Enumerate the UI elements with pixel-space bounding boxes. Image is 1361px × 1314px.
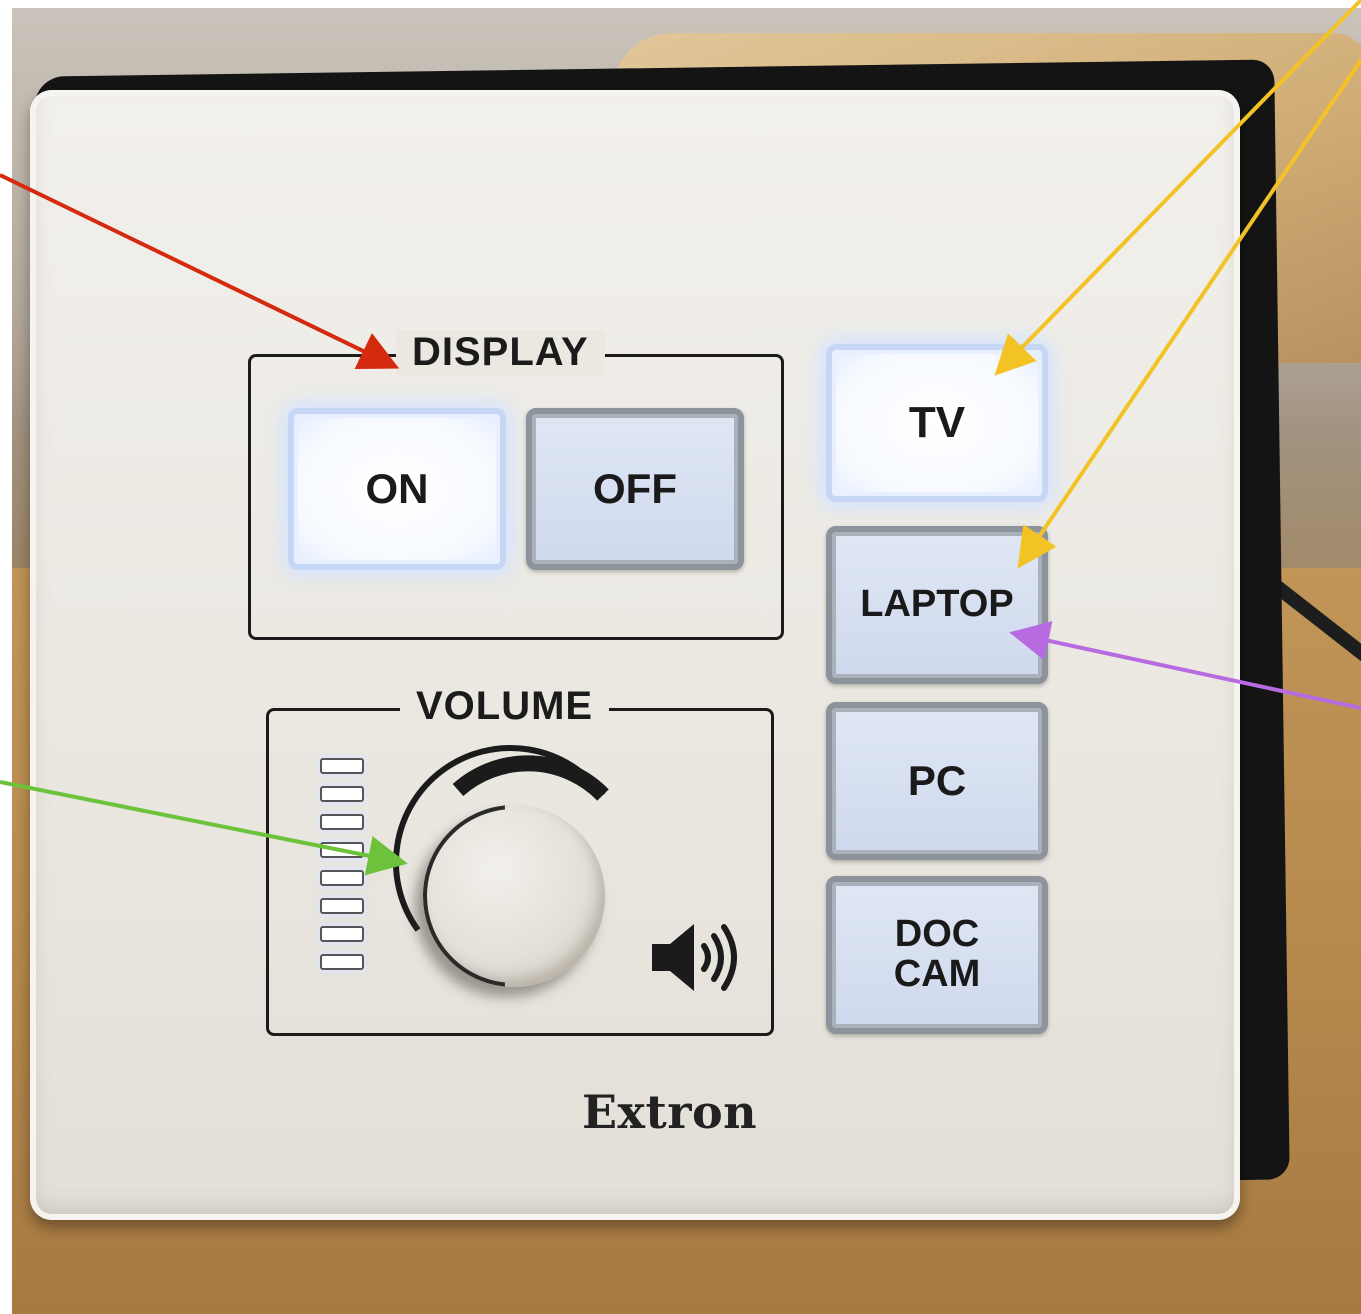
source-button-pc[interactable]: PC (826, 702, 1048, 860)
volume-led (320, 926, 364, 942)
display-group-label: DISPLAY (396, 330, 605, 375)
display-on-button[interactable]: ON (288, 408, 506, 570)
source-button-doc-cam-line2: CAM (893, 953, 981, 995)
source-button-pc-label: PC (907, 756, 967, 804)
volume-led (320, 898, 364, 914)
source-button-tv[interactable]: TV (826, 344, 1048, 502)
display-off-button[interactable]: OFF (526, 408, 744, 570)
volume-led (320, 814, 364, 830)
source-button-doc-cam-line1: DOC (894, 913, 980, 956)
display-on-label: ON (365, 464, 429, 512)
source-button-tv-label: TV (908, 397, 966, 447)
display-off-label: OFF (593, 464, 677, 512)
volume-led (320, 954, 364, 970)
volume-led (320, 842, 364, 858)
volume-led (320, 758, 364, 774)
volume-knob[interactable] (423, 805, 605, 987)
source-button-laptop-label: LAPTOP (860, 583, 1014, 626)
source-button-laptop[interactable]: LAPTOP (826, 526, 1048, 684)
speaker-icon (652, 924, 737, 991)
volume-led (320, 870, 364, 886)
control-panel: DISPLAY ON OFF TV LAPTOP PC DOC CAM VOLU… (30, 90, 1240, 1220)
volume-group-label: VOLUME (400, 684, 610, 729)
source-button-doc-cam[interactable]: DOC CAM (826, 876, 1048, 1034)
volume-knob-edge (423, 805, 505, 987)
brand-logo: Extron (582, 1085, 758, 1139)
volume-led (320, 786, 364, 802)
